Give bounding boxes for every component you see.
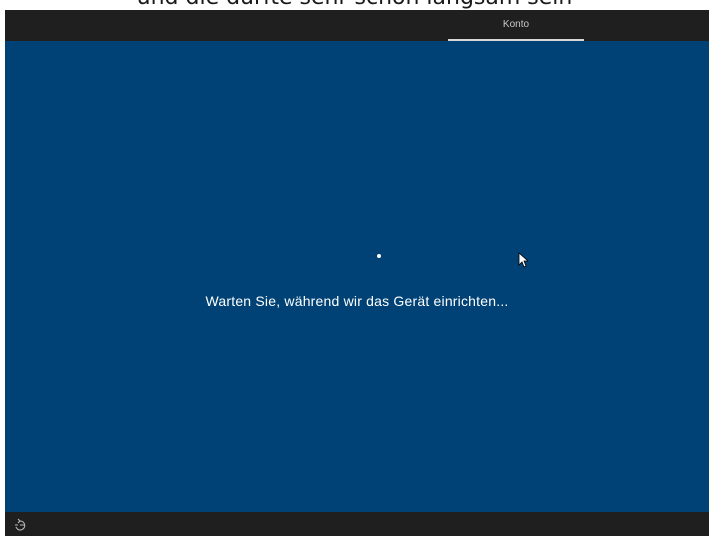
top-bar: Konto [5, 10, 709, 41]
mouse-cursor-icon [518, 252, 528, 268]
setup-content: Warten Sie, während wir das Gerät einric… [5, 41, 709, 512]
status-message: Warten Sie, während wir das Gerät einric… [205, 293, 509, 309]
bottom-bar [5, 512, 709, 536]
screen: und die dürfte sehr schön langsam sein K… [0, 0, 709, 536]
oobe-window: Konto Warten Sie, während wir das Gerät … [5, 10, 709, 536]
tab-konto[interactable]: Konto [448, 10, 584, 41]
progress-spinner [377, 254, 381, 258]
ease-of-access-icon[interactable] [13, 518, 27, 532]
overlay-caption: und die dürfte sehr schön langsam sein [0, 0, 709, 10]
